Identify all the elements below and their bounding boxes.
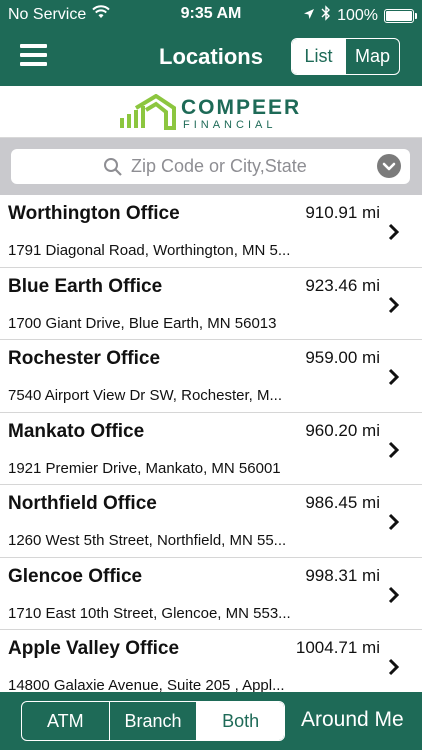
- battery-fill: [386, 10, 412, 21]
- view-toggle: List Map: [291, 38, 400, 75]
- location-distance: 960.20 mi: [305, 420, 380, 440]
- map-view-button[interactable]: Map: [345, 39, 399, 74]
- list-item[interactable]: Glencoe Office 998.31 mi 1710 East 10th …: [0, 557, 422, 630]
- chevron-right-icon: [388, 658, 400, 681]
- location-distance: 998.31 mi: [305, 565, 380, 585]
- chevron-right-icon: [388, 441, 400, 464]
- search-icon: [103, 157, 123, 182]
- list-item[interactable]: Rochester Office 959.00 mi 7540 Airport …: [0, 340, 422, 413]
- location-arrow-icon: [303, 7, 315, 25]
- filter-atm-button[interactable]: ATM: [22, 702, 109, 740]
- filter-both-button[interactable]: Both: [196, 702, 284, 740]
- location-distance: 923.46 mi: [305, 275, 380, 295]
- bottom-bar: ATM Branch Both Around Me: [0, 692, 422, 750]
- search-box[interactable]: [11, 149, 410, 184]
- location-address: 14800 Galaxie Avenue, Suite 205 , Appl..…: [8, 677, 285, 692]
- location-address: 7540 Airport View Dr SW, Rochester, M...: [8, 387, 282, 404]
- location-name: Apple Valley Office: [8, 638, 180, 659]
- location-type-filter: ATM Branch Both: [21, 701, 285, 741]
- battery-icon: [384, 8, 417, 23]
- chevron-down-icon[interactable]: [377, 154, 401, 178]
- chevron-right-icon: [388, 586, 400, 609]
- logo-word-compeer: COMPEER: [181, 96, 302, 119]
- status-right: 100%: [303, 5, 417, 26]
- around-me-button[interactable]: Around Me: [301, 708, 404, 732]
- location-address: 1710 East 10th Street, Glencoe, MN 553..…: [8, 604, 291, 622]
- chevron-right-icon: [388, 368, 400, 391]
- location-address: 1260 West 5th Street, Northfield, MN 55.…: [8, 532, 287, 549]
- filter-branch-button[interactable]: Branch: [108, 702, 197, 740]
- location-distance: 986.45 mi: [305, 493, 380, 512]
- chevron-right-icon: [388, 296, 400, 319]
- list-view-button[interactable]: List: [292, 39, 345, 74]
- location-name: Mankato Office: [8, 420, 145, 442]
- location-distance: 910.91 mi: [305, 203, 380, 222]
- location-address: 1791 Diagonal Road, Worthington, MN 5...: [8, 242, 291, 259]
- logo-word-financial: FINANCIAL: [183, 119, 277, 131]
- search-input[interactable]: [131, 153, 371, 180]
- compeer-logo: COMPEER FINANCIAL: [118, 93, 308, 134]
- list-item[interactable]: Northfield Office 986.45 mi 1260 West 5t…: [0, 485, 422, 558]
- list-item[interactable]: Apple Valley Office 1004.71 mi 14800 Gal…: [0, 630, 422, 692]
- logo-band: COMPEER FINANCIAL: [0, 86, 422, 138]
- location-name: Worthington Office: [8, 203, 180, 224]
- battery-percent: 100%: [337, 6, 378, 24]
- location-address: 1700 Giant Drive, Blue Earth, MN 56013: [8, 314, 277, 332]
- status-bar: No Service 9:35 AM 100%: [0, 0, 422, 28]
- location-name: Rochester Office: [8, 348, 161, 369]
- location-name: Glencoe Office: [8, 565, 143, 587]
- location-distance: 1004.71 mi: [295, 638, 380, 657]
- bluetooth-icon: [321, 5, 331, 26]
- nav-bar: Locations List Map: [0, 28, 422, 86]
- list-item[interactable]: Blue Earth Office 923.46 mi 1700 Giant D…: [0, 267, 422, 340]
- list-item[interactable]: Worthington Office 910.91 mi 1791 Diagon…: [0, 195, 422, 268]
- chevron-right-icon: [388, 223, 400, 246]
- location-address: 1921 Premier Drive, Mankato, MN 56001: [8, 459, 281, 477]
- logo-mark-icon: [120, 93, 176, 130]
- list-item[interactable]: Mankato Office 960.20 mi 1921 Premier Dr…: [0, 412, 422, 485]
- location-name: Blue Earth Office: [8, 275, 163, 297]
- location-list: Worthington Office 910.91 mi 1791 Diagon…: [0, 195, 422, 692]
- chevron-right-icon: [388, 513, 400, 536]
- location-name: Northfield Office: [8, 493, 157, 514]
- search-bar: [0, 138, 422, 195]
- location-distance: 959.00 mi: [305, 348, 380, 367]
